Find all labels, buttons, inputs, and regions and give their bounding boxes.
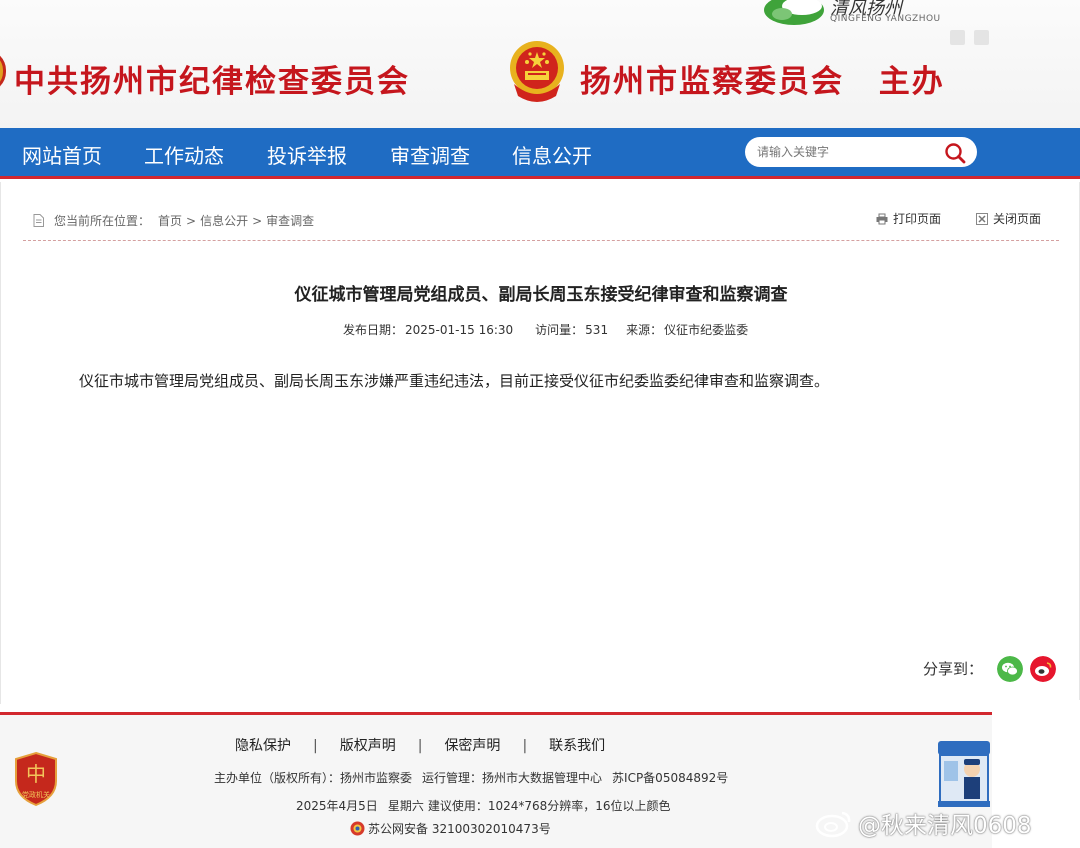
header-mini-button[interactable] bbox=[974, 30, 989, 45]
org2-suffix: 主办 bbox=[878, 64, 945, 100]
footer-advice: 建议使用：1024*768分辨率，16位以上颜色 bbox=[427, 799, 671, 813]
footer-link-sep: | bbox=[522, 738, 528, 754]
breadcrumb-prefix: 您当前所在位置： bbox=[54, 214, 151, 228]
nav-item-home[interactable]: 网站首页 bbox=[22, 140, 102, 169]
wechat-share-icon[interactable] bbox=[997, 656, 1023, 682]
weibo-logo-icon bbox=[815, 811, 851, 838]
article-body: 仪征市城市管理局党组成员、副局长周玉东涉嫌严重违纪违法，目前正接受仪征市纪委监委… bbox=[79, 372, 830, 390]
search-input[interactable] bbox=[757, 143, 937, 161]
footer-date-line: 2025年4月5日 星期六 建议使用：1024*768分辨率，16位以上颜色 bbox=[296, 797, 681, 814]
footer-weekday: 星期六 bbox=[387, 799, 424, 813]
article-title: 仪征城市管理局党组成员、副局长周玉东接受纪律审查和监察调查 bbox=[294, 285, 788, 305]
weibo-share-icon[interactable] bbox=[1030, 656, 1056, 682]
footer-links: 隐私保护 | 版权声明 | 保密声明 | 联系我们 bbox=[235, 735, 605, 755]
source-label: 来源： bbox=[626, 323, 663, 337]
share-label: 分享到： bbox=[923, 660, 984, 678]
breadcrumb-home[interactable]: 首页 bbox=[158, 212, 182, 229]
national-emblem-icon bbox=[510, 41, 564, 102]
close-page-button[interactable]: 关闭页面 bbox=[976, 210, 1041, 227]
header-mini-button[interactable] bbox=[950, 30, 965, 45]
main-nav: 网站首页 工作动态 投诉举报 审查调查 信息公开 bbox=[0, 128, 1080, 179]
breadcrumb: 您当前所在位置： 首页 > 信息公开 > 审查调查 bbox=[33, 212, 318, 229]
nav-item-investigation[interactable]: 审查调查 bbox=[390, 140, 470, 169]
footer-link-copyright[interactable]: 版权声明 bbox=[340, 738, 396, 754]
nav-item-work-news[interactable]: 工作动态 bbox=[144, 140, 224, 169]
qingfeng-logo-icon bbox=[764, 0, 824, 25]
party-emblem-icon bbox=[0, 50, 6, 92]
government-agency-badge-icon[interactable]: 中 党政机关 bbox=[12, 751, 60, 807]
article-meta: 发布日期： 2025-01-15 16:30 访问量： 531 来源： 仪征市纪委监委 bbox=[343, 321, 754, 338]
badge-text: 党政机关 bbox=[22, 790, 50, 799]
footer-link-contact[interactable]: 联系我们 bbox=[549, 738, 605, 754]
printer-icon bbox=[876, 213, 888, 224]
svg-text:中: 中 bbox=[26, 762, 46, 786]
footer-icp[interactable]: 苏ICP备05084892号 bbox=[612, 771, 728, 785]
document-icon bbox=[33, 214, 44, 227]
print-page-button[interactable]: 打印页面 bbox=[876, 210, 941, 227]
publish-date: 2025-01-15 16:30 bbox=[405, 323, 514, 337]
police-mascot-icon[interactable] bbox=[936, 739, 992, 809]
article-source: 仪征市纪委监委 bbox=[664, 323, 749, 337]
footer-link-privacy[interactable]: 隐私保护 bbox=[235, 738, 291, 754]
footer-police-line: 苏公网安备 32100302010473号 bbox=[350, 820, 561, 837]
footer-police-record[interactable]: 苏公网安备 32100302010473号 bbox=[368, 820, 551, 837]
footer-date: 2025年4月5日 bbox=[296, 799, 378, 813]
breadcrumb-disclosure[interactable]: 信息公开 bbox=[200, 212, 248, 229]
watermark-text: @秋来清风0608 bbox=[858, 813, 1032, 839]
nav-item-report[interactable]: 投诉举报 bbox=[267, 140, 347, 169]
org-name-supervisory-commission: 扬州市监察委员会 主办 bbox=[580, 56, 945, 101]
breadcrumb-investigation[interactable]: 审查调查 bbox=[266, 212, 314, 229]
nav-item-disclosure[interactable]: 信息公开 bbox=[512, 140, 592, 169]
search-box bbox=[745, 137, 977, 167]
org2-text: 扬州市监察委员会 bbox=[580, 64, 844, 100]
breadcrumb-sep: > bbox=[186, 213, 197, 228]
article-panel: 您当前所在位置： 首页 > 信息公开 > 审查调查 打印页面 关闭页面 仪征城市… bbox=[0, 182, 1080, 704]
footer-host-line: 主办单位（版权所有）：扬州市监察委 运行管理：扬州市大数据管理中心 苏ICP备050… bbox=[214, 769, 738, 786]
weibo-watermark: @秋来清风0608 bbox=[814, 806, 1032, 840]
footer-operator: 运行管理：扬州市大数据管理中心 bbox=[422, 771, 603, 785]
views-label: 访问量： bbox=[535, 323, 584, 337]
close-label: 关闭页面 bbox=[993, 212, 1042, 226]
footer-link-sep: | bbox=[313, 738, 318, 754]
divider bbox=[23, 240, 1059, 241]
footer-link-sep: | bbox=[417, 738, 423, 754]
close-icon bbox=[976, 212, 988, 225]
police-badge-icon bbox=[350, 821, 365, 836]
breadcrumb-sep: > bbox=[252, 213, 263, 228]
footer-host: 主办单位（版权所有）：扬州市监察委 bbox=[214, 771, 413, 785]
view-count: 531 bbox=[585, 323, 609, 337]
org-name-discipline-commission: 中共扬州市纪律检查委员会 bbox=[14, 64, 410, 100]
brand-name-en: QINGFENG YANGZHOU bbox=[830, 14, 941, 24]
header-banner: 中共扬州市纪律检查委员会 扬州市监察委员会 主办 清风扬州 QINGFENG Y… bbox=[0, 0, 1080, 128]
date-label: 发布日期： bbox=[343, 323, 404, 337]
footer-link-confidentiality[interactable]: 保密声明 bbox=[444, 738, 500, 754]
print-label: 打印页面 bbox=[893, 212, 942, 226]
search-icon[interactable] bbox=[943, 141, 967, 165]
